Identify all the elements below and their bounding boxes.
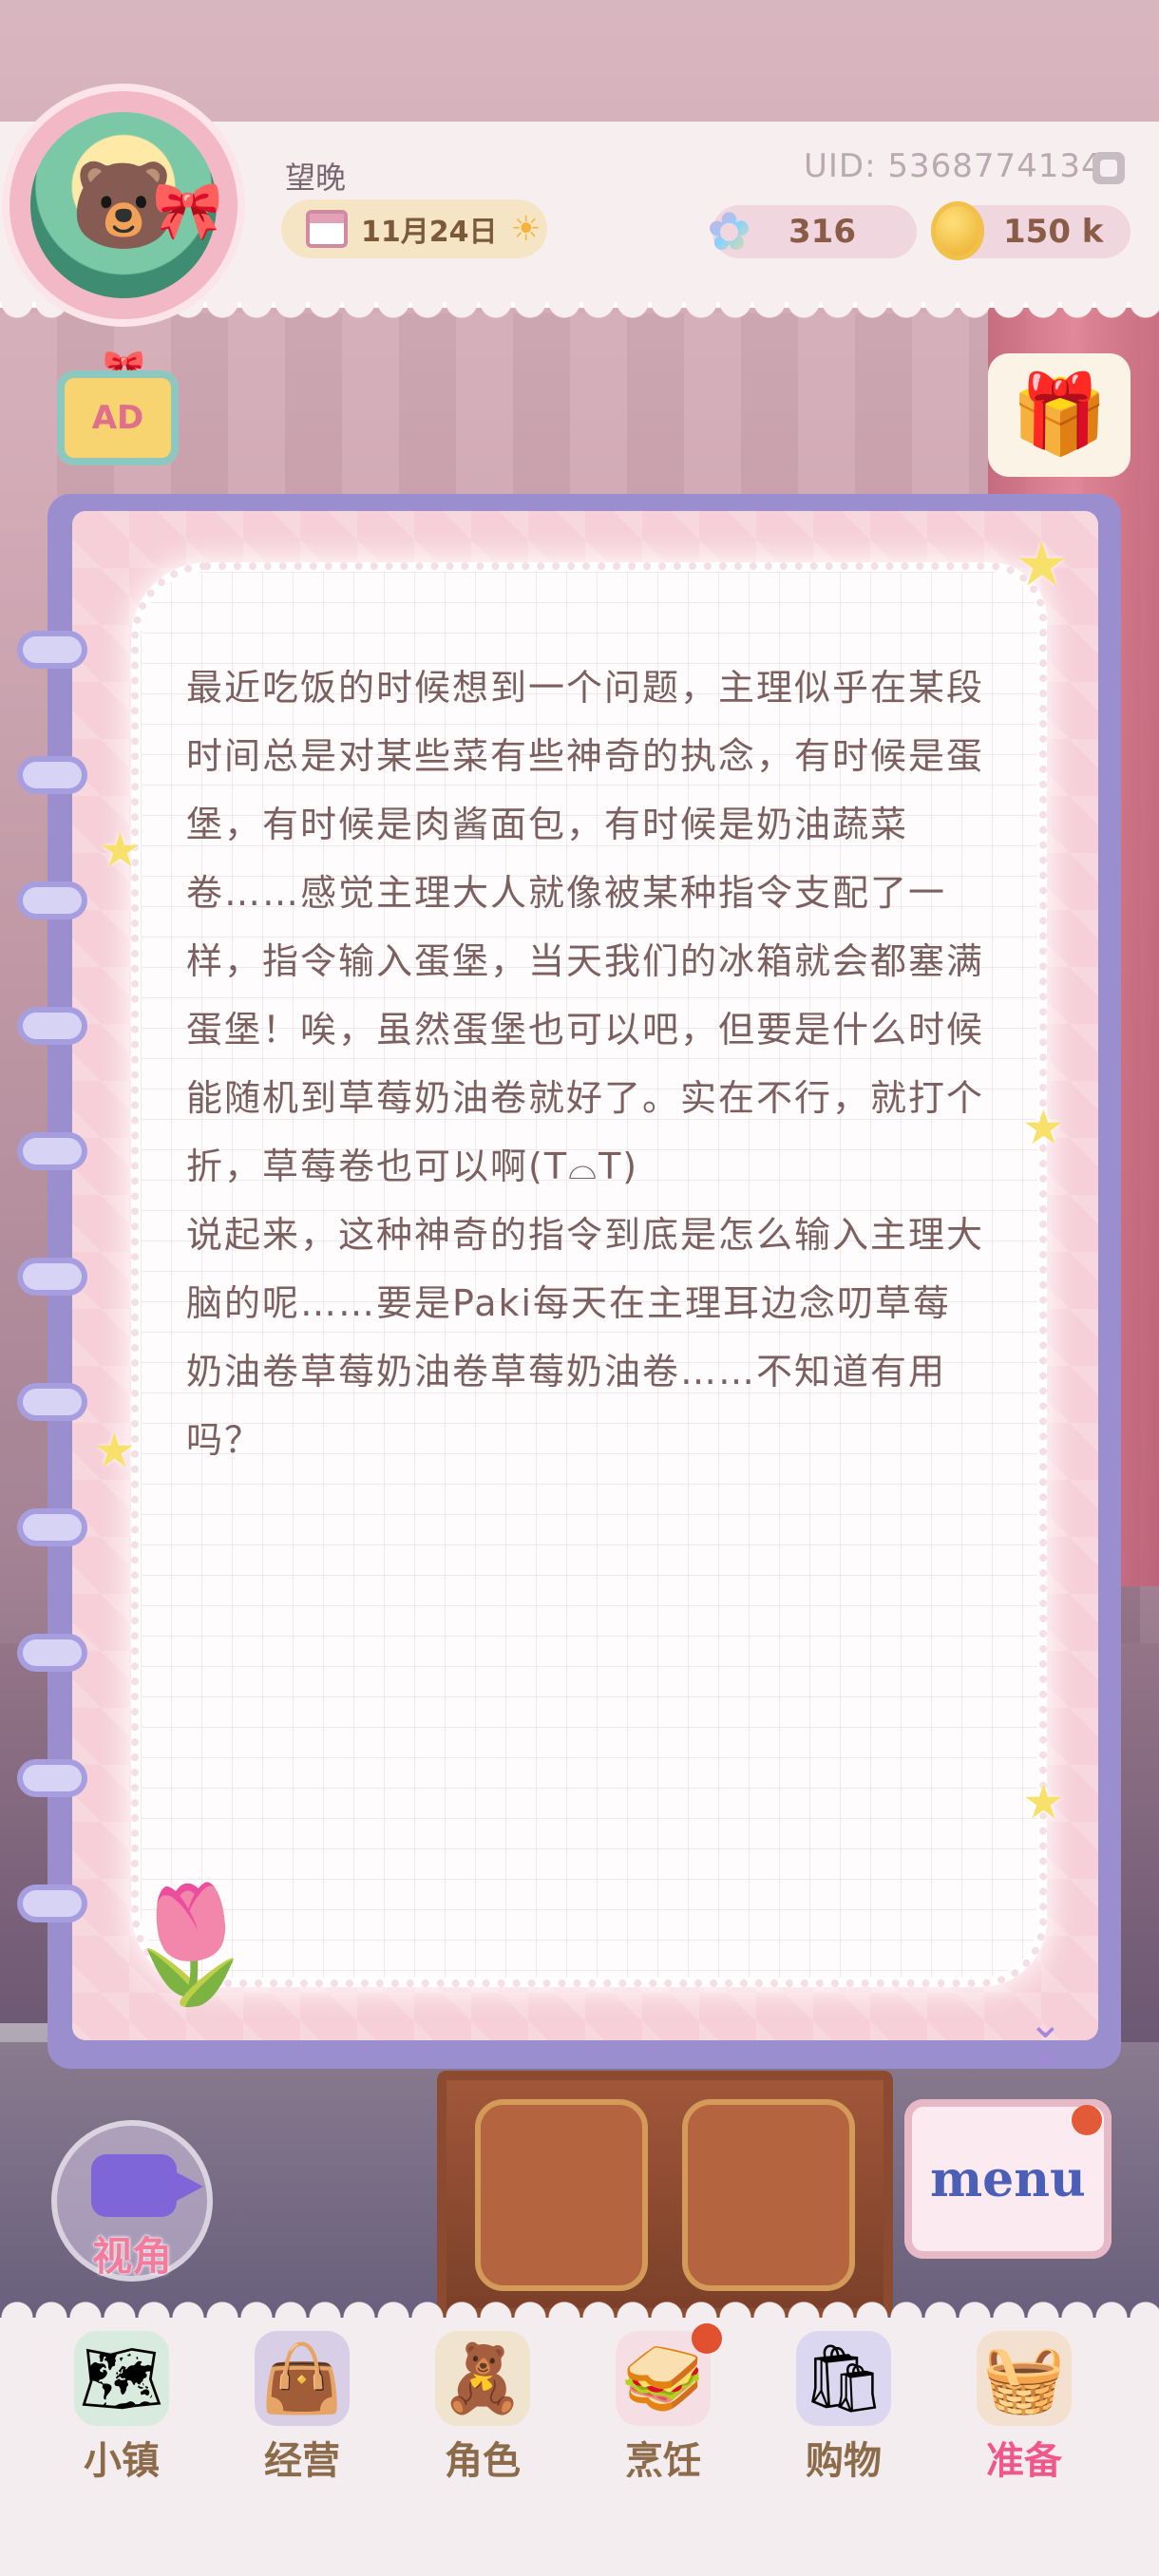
- map-icon: 🗺: [74, 2331, 169, 2426]
- scroll-down-chevron-icon[interactable]: ⌄ ⌄: [1028, 2003, 1063, 2070]
- sun-icon: ☀: [510, 209, 542, 249]
- bag-lock-icon: 👜: [255, 2331, 350, 2426]
- gem-icon: ✿: [707, 201, 751, 263]
- binder-ring: [23, 1138, 82, 1165]
- player-name: 望晚: [285, 160, 347, 196]
- date-text: 11月24日: [361, 216, 498, 249]
- video-camera-icon: [91, 2154, 203, 2217]
- copy-icon[interactable]: [1092, 152, 1125, 184]
- coin-icon: [931, 201, 984, 260]
- nav-label: 经营: [264, 2439, 340, 2483]
- binder-ring: [23, 1765, 82, 1791]
- diary-notebook: 最近吃饭的时候想到一个问题，主理似乎在某段时间总是对某些菜有些神奇的执念，有时候…: [23, 494, 1121, 2070]
- binder-ring: [23, 1514, 82, 1541]
- calendar-icon: [306, 210, 348, 248]
- nav-label: 角色: [445, 2439, 521, 2483]
- nav-business[interactable]: 👜 经营: [217, 2318, 388, 2489]
- binder-ring: [23, 1890, 82, 1917]
- player-avatar-frame[interactable]: 🐻 🎀: [10, 91, 238, 319]
- binder-ring: [23, 1013, 82, 1039]
- diary-text[interactable]: 最近吃饭的时候想到一个问题，主理似乎在某段时间总是对某些菜有些神奇的执念，有时候…: [186, 653, 989, 1474]
- camera-view-button[interactable]: 视角: [51, 2120, 213, 2282]
- nav-label: 烹饪: [625, 2439, 701, 2483]
- nav-prepare[interactable]: 🧺 准备: [939, 2318, 1110, 2489]
- shopping-bag-icon: 🛍: [796, 2331, 891, 2426]
- gem-counter[interactable]: ✿ 316: [707, 201, 917, 263]
- notification-dot: [692, 2323, 722, 2354]
- basket-icon: 🧺: [977, 2331, 1072, 2426]
- binder-ring: [23, 1639, 82, 1666]
- bottom-navigation: 🗺 小镇 👜 经营 🧸 角色 🥪 烹饪 🛍 购物 🧺 准备: [0, 2297, 1159, 2576]
- coin-amount: 150 k: [1003, 213, 1104, 251]
- gift-icon[interactable]: 🎁: [988, 353, 1130, 477]
- nav-shopping[interactable]: 🛍 购物: [758, 2318, 929, 2489]
- nav-town[interactable]: 🗺 小镇: [36, 2318, 207, 2489]
- view-label: 视角: [91, 2233, 172, 2280]
- wooden-cabinet: [437, 2071, 893, 2318]
- user-id: UID: 5368774134: [804, 147, 1103, 185]
- binder-ring: [23, 762, 82, 788]
- star-icon: ★: [1022, 1100, 1065, 1155]
- menu-label: menu: [930, 2150, 1086, 2208]
- gem-amount: 316: [788, 213, 856, 251]
- star-icon: ★: [99, 823, 142, 878]
- date-display: 11月24日 ☀: [281, 199, 547, 258]
- nav-label: 购物: [806, 2439, 882, 2483]
- nav-cooking[interactable]: 🥪 烹饪: [578, 2318, 749, 2489]
- binder-ring: [23, 1389, 82, 1415]
- binder-ring: [23, 636, 82, 663]
- notification-dot: [1072, 2105, 1102, 2135]
- bow-icon: 🎀: [152, 178, 223, 244]
- ad-button[interactable]: AD: [57, 370, 179, 465]
- binder-ring: [23, 1263, 82, 1290]
- notebook-page: 最近吃饭的时候想到一个问题，主理似乎在某段时间总是对某些菜有些神奇的执念，有时候…: [72, 511, 1098, 2070]
- nav-character[interactable]: 🧸 角色: [397, 2318, 568, 2489]
- coin-counter[interactable]: 150 k: [931, 201, 1130, 260]
- tulip-icon: 🌷: [120, 1879, 262, 2011]
- star-icon: ★: [1015, 530, 1070, 600]
- menu-book-button[interactable]: menu: [904, 2099, 1112, 2259]
- nav-label: 小镇: [84, 2439, 160, 2483]
- star-icon: ★: [1022, 1774, 1065, 1829]
- character-icon: 🧸: [435, 2331, 530, 2426]
- nav-label: 准备: [986, 2439, 1062, 2483]
- star-icon: ★: [93, 1423, 136, 1478]
- binder-ring: [23, 887, 82, 914]
